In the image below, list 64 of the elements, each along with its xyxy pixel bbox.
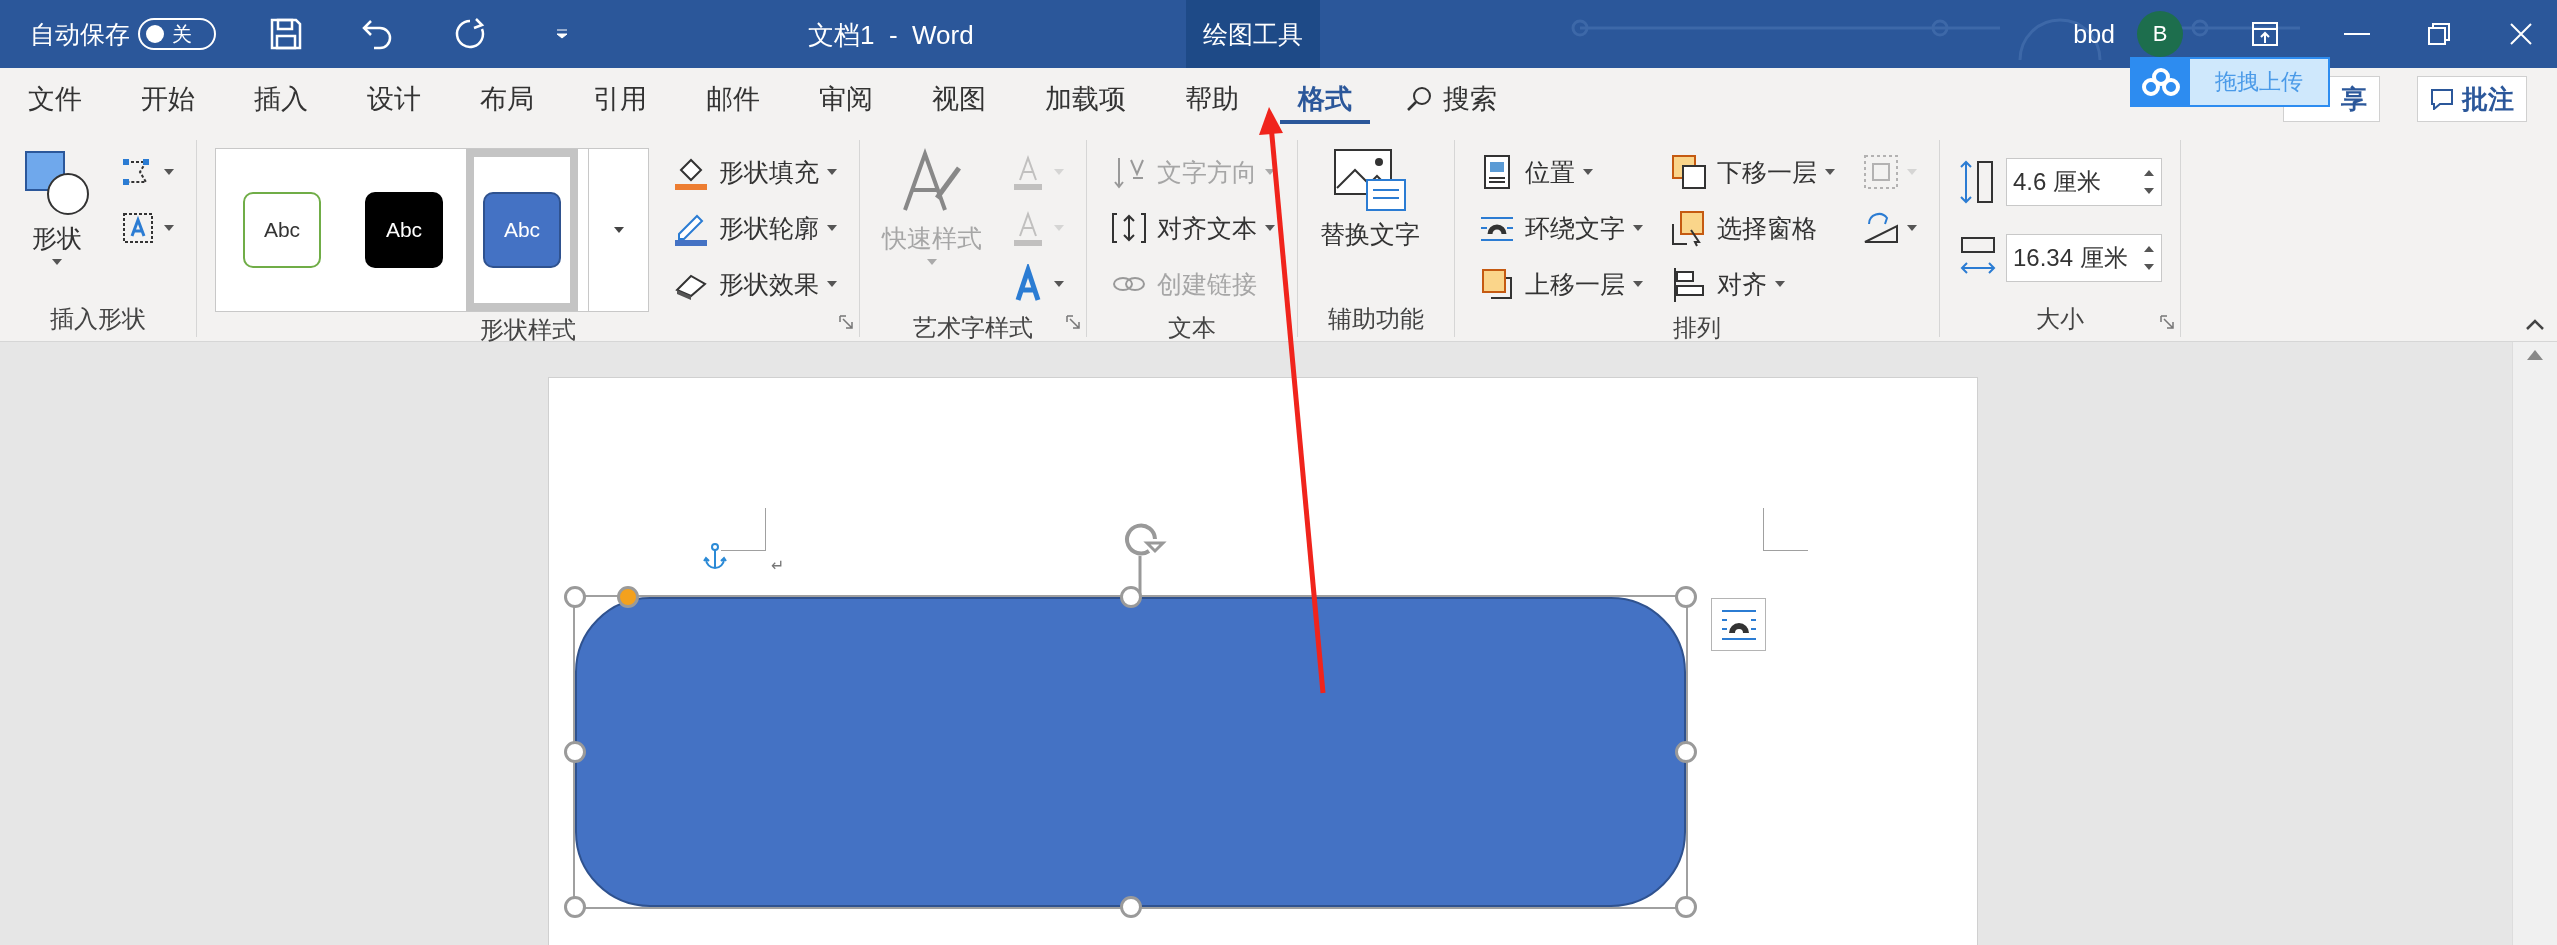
ribbon-button[interactable]: 形状填充 — [667, 146, 841, 198]
paragraph-mark: ↵ — [771, 556, 785, 575]
layers-icon — [1669, 152, 1709, 192]
ribbon-button[interactable]: 选择窗格 — [1665, 202, 1839, 254]
ribbon-button[interactable]: 位置 — [1473, 146, 1647, 198]
ribbon-tab[interactable]: 邮件 — [688, 74, 778, 124]
ribbon-tab[interactable]: 审阅 — [801, 74, 891, 124]
ribbon-tab[interactable]: 格式 — [1280, 74, 1370, 124]
ribbon-button[interactable]: 形状轮廓 — [667, 202, 841, 254]
ribbon-tab[interactable]: 设计 — [349, 74, 439, 124]
search-icon — [1405, 85, 1433, 113]
user-name: bbd — [2073, 19, 2115, 49]
context-tab-label: 绘图工具 — [1186, 0, 1320, 68]
ribbon-button[interactable]: 上移一层 — [1473, 258, 1647, 310]
group-icon — [1861, 152, 1901, 192]
ribbon-button[interactable]: 替换文字 — [1316, 146, 1424, 251]
caret-icon — [613, 227, 624, 233]
layout-options-button[interactable] — [1711, 598, 1766, 651]
style-preview: Abc — [365, 192, 443, 268]
dialog-launcher-icon[interactable] — [1066, 315, 1080, 329]
group-label: 艺术字样式 — [912, 313, 1034, 343]
style-swatch[interactable]: Abc — [466, 149, 578, 311]
ribbon-button[interactable]: 对齐 — [1665, 258, 1839, 310]
ribbon-button[interactable]: 对齐文本 — [1105, 202, 1279, 254]
ribbon-tab[interactable]: 文件 — [10, 74, 100, 124]
style-preview: Abc — [243, 192, 321, 268]
autosave-label: 自动保存 — [30, 18, 130, 50]
dialog-launcher-icon[interactable] — [839, 315, 853, 329]
ribbon-button[interactable]: 形状效果 — [667, 258, 841, 310]
shapes-icon — [22, 148, 92, 218]
ribbon-tab[interactable]: 视图 — [914, 74, 1004, 124]
group-label: 插入形状 — [49, 304, 147, 334]
window-title: 文档1 - Word — [808, 19, 974, 52]
scroll-up-icon — [2527, 350, 2543, 360]
style-preview: Abc — [483, 192, 561, 268]
anchor-icon — [703, 543, 727, 571]
dialog-launcher-icon[interactable] — [2160, 315, 2174, 329]
size-field[interactable]: 4.6 厘米 — [2006, 158, 2162, 206]
group-label: 辅助功能 — [1328, 304, 1424, 334]
group-label: 排列 — [1672, 313, 1722, 343]
search-button[interactable]: 搜索 — [1399, 80, 1503, 118]
scrollbar[interactable] — [2512, 342, 2557, 945]
ribbon-tab[interactable]: 布局 — [462, 74, 552, 124]
margin-mark — [721, 508, 766, 551]
group-label: 文本 — [1167, 313, 1217, 343]
cloud-icon — [2142, 68, 2180, 96]
ribbon-button[interactable]: 下移一层 — [1665, 146, 1839, 198]
ribbon-button[interactable]: 环绕文字 — [1473, 202, 1647, 254]
margin-mark — [1763, 508, 1808, 551]
comment-button[interactable]: 批注 — [2417, 76, 2527, 122]
user-avatar[interactable]: B — [2137, 11, 2183, 57]
size-field[interactable]: 16.34 厘米 — [2006, 234, 2162, 282]
ribbon-button[interactable]: 形状 — [18, 146, 96, 265]
group-label: 大小 — [2035, 304, 2085, 334]
ribbon-tab[interactable]: 开始 — [123, 74, 213, 124]
group-label: 形状样式 — [479, 315, 577, 345]
collapse-ribbon-icon[interactable] — [2525, 319, 2545, 331]
speech-bubble-icon — [2430, 88, 2454, 110]
image-text-icon — [1333, 148, 1407, 214]
autosave-toggle[interactable]: 关 — [138, 18, 216, 50]
ribbon-tab[interactable]: 插入 — [236, 74, 326, 124]
ribbon-tab[interactable]: 加载项 — [1027, 74, 1144, 124]
ribbon-tab[interactable]: 帮助 — [1167, 74, 1257, 124]
ribbon-tab[interactable]: 引用 — [575, 74, 665, 124]
